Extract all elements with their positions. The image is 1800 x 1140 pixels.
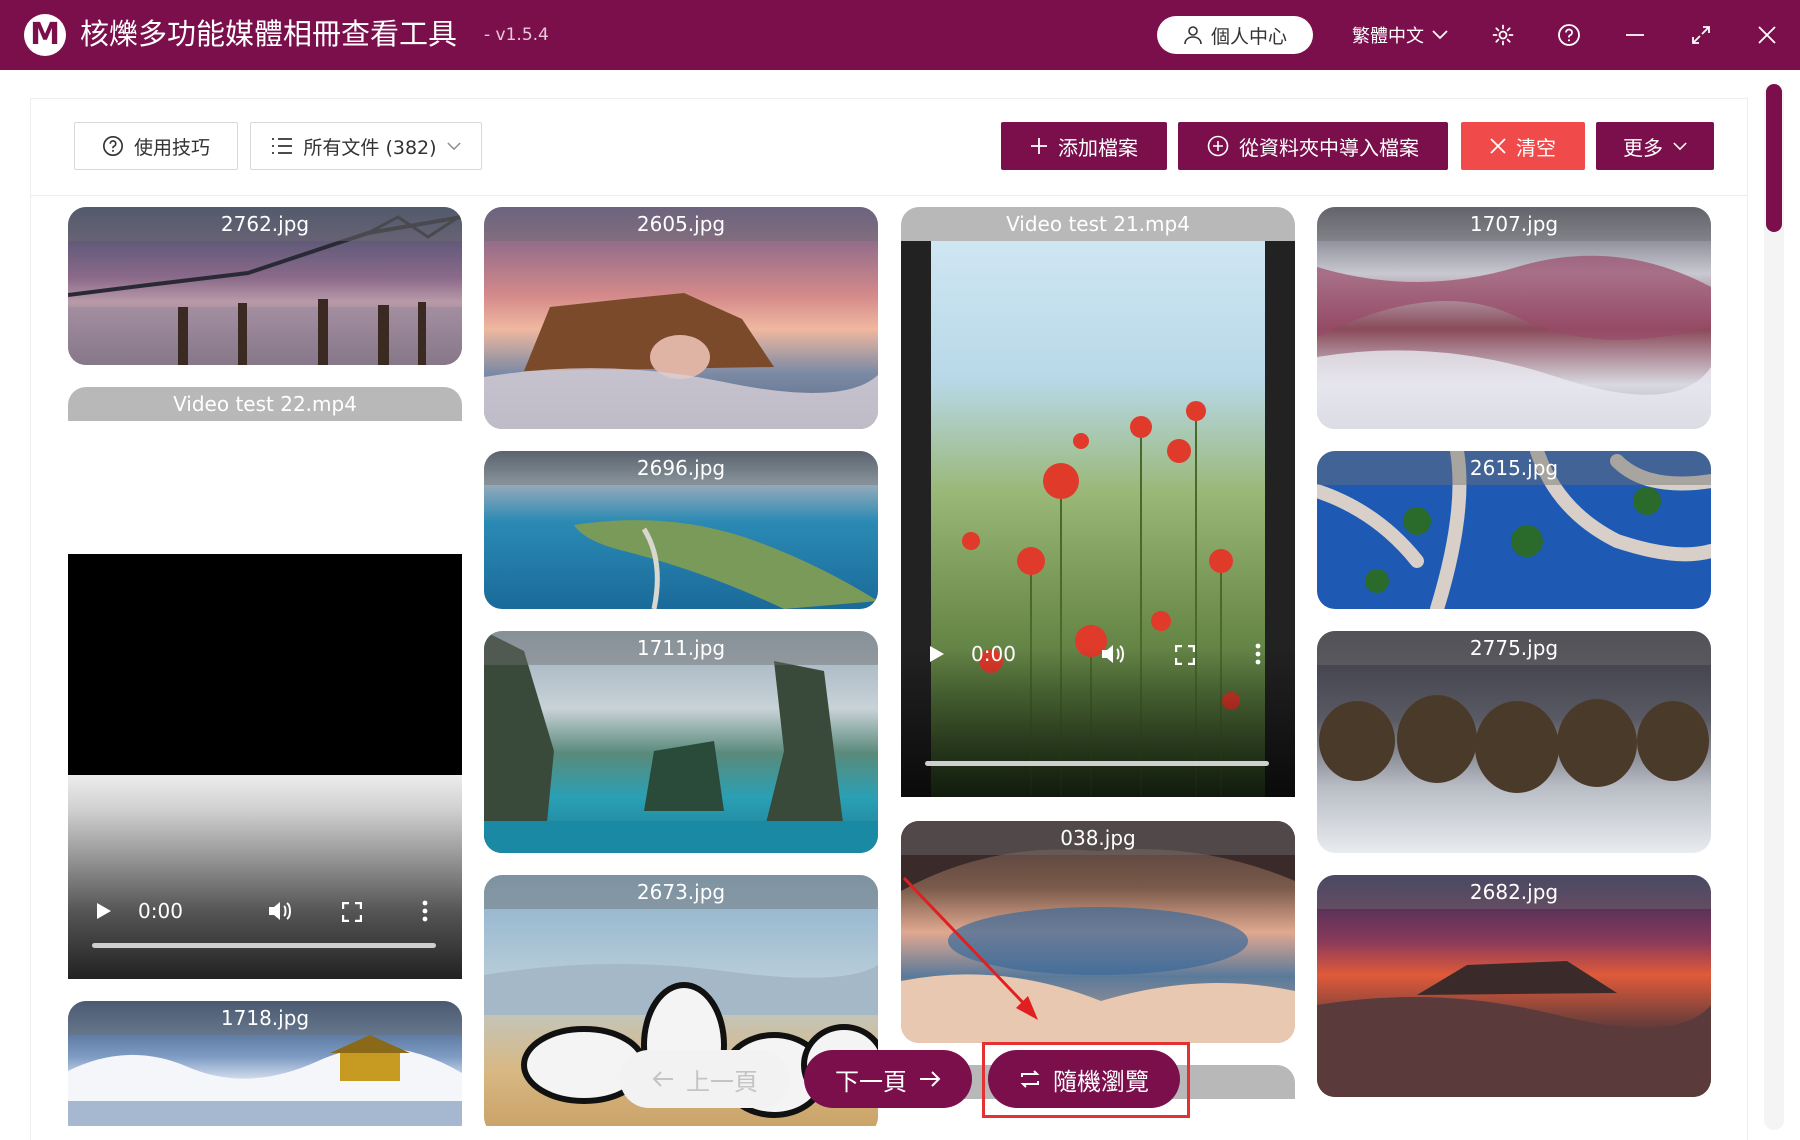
close-icon[interactable] [1752, 20, 1782, 50]
video-player[interactable] [68, 554, 462, 775]
media-card[interactable]: 2762.jpg [68, 207, 462, 365]
video-progress-bar[interactable] [925, 761, 1269, 766]
user-icon [1183, 25, 1203, 45]
media-card-title: 2615.jpg [1317, 451, 1711, 485]
media-card-title: 038.jpg [901, 821, 1295, 855]
scrollbar[interactable] [1764, 84, 1784, 1130]
media-gallery: 2762.jpg Video test 22.mp4 0:00 1718.jpg… [68, 206, 1714, 1126]
video-card-title: Video test 22.mp4 [68, 387, 462, 421]
more-button[interactable]: 更多 [1596, 122, 1714, 170]
arrow-right-icon [919, 1070, 941, 1088]
list-icon [271, 137, 293, 155]
media-card[interactable]: 2696.jpg [484, 451, 878, 609]
toolbar: 使用技巧 所有文件 (382) 添加檔案 從資料夾中導入檔案 清空 更多 [30, 98, 1748, 196]
chevron-down-icon [1432, 30, 1448, 40]
play-icon[interactable] [96, 902, 112, 920]
media-card-title: 1707.jpg [1317, 207, 1711, 241]
media-card-title: 1711.jpg [484, 631, 878, 665]
video-time: 0:00 [138, 899, 183, 923]
media-card-title: 1718.jpg [68, 1001, 462, 1035]
import-folder-button[interactable]: 從資料夾中導入檔案 [1178, 122, 1448, 170]
fullscreen-icon[interactable] [1175, 645, 1195, 665]
tips-button[interactable]: 使用技巧 [74, 122, 238, 170]
plus-icon [1030, 137, 1048, 155]
video-card[interactable]: Video test 22.mp4 0:00 [68, 387, 462, 979]
annotation-highlight-box [982, 1042, 1190, 1118]
media-card[interactable]: 2682.jpg [1317, 875, 1711, 1097]
video-card-title: Video test 21.mp4 [901, 207, 1295, 241]
close-icon [1490, 138, 1506, 154]
video-time: 0:00 [971, 642, 1016, 666]
media-card[interactable]: 2775.jpg [1317, 631, 1711, 853]
more-vertical-icon[interactable] [422, 900, 428, 922]
video-controls: 0:00 [68, 878, 462, 948]
clear-button[interactable]: 清空 [1461, 122, 1585, 170]
video-progress-bar[interactable] [92, 943, 436, 948]
plus-circle-icon [1207, 135, 1229, 157]
media-card-title: 2673.jpg [484, 875, 878, 909]
minimize-icon[interactable] [1620, 20, 1650, 50]
video-controls: 0:00 [901, 621, 1295, 691]
fullscreen-icon[interactable] [342, 902, 362, 922]
media-card-title: 2762.jpg [68, 207, 462, 241]
import-folder-label: 從資料夾中導入檔案 [1239, 135, 1419, 160]
chevron-down-icon [1673, 141, 1687, 151]
user-center-button[interactable]: 個人中心 [1157, 16, 1313, 54]
media-card[interactable]: 038.jpg [901, 821, 1295, 1043]
language-label: 繁體中文 [1352, 26, 1424, 47]
media-card-title: 2775.jpg [1317, 631, 1711, 665]
next-page-label: 下一頁 [835, 1067, 907, 1096]
clear-label: 清空 [1516, 135, 1556, 160]
media-card[interactable]: 1707.jpg [1317, 207, 1711, 429]
media-card-title: 2682.jpg [1317, 875, 1711, 909]
language-select[interactable]: 繁體中文 [1352, 22, 1448, 48]
title-bar: M 核爍多功能媒體相冊查看工具 - v1.5.4 個人中心 繁體中文 [0, 0, 1800, 70]
app-version: - v1.5.4 [484, 25, 549, 45]
help-icon[interactable] [1554, 20, 1584, 50]
media-card[interactable]: 2605.jpg [484, 207, 878, 429]
video-card[interactable]: Video test 21.mp4 0:00 [901, 207, 1295, 797]
file-filter-label: 所有文件 (382) [303, 136, 437, 159]
prev-page-label: 上一頁 [686, 1067, 758, 1096]
app-title: 核爍多功能媒體相冊查看工具 [80, 17, 458, 51]
maximize-icon[interactable] [1686, 20, 1716, 50]
add-file-button[interactable]: 添加檔案 [1001, 122, 1167, 170]
app-logo: M [24, 14, 66, 56]
add-file-label: 添加檔案 [1058, 135, 1138, 160]
next-page-button[interactable]: 下一頁 [804, 1050, 972, 1108]
media-card-title: 2696.jpg [484, 451, 878, 485]
scrollbar-thumb[interactable] [1766, 84, 1782, 232]
media-card[interactable]: 1718.jpg [68, 1001, 462, 1126]
more-vertical-icon[interactable] [1255, 643, 1261, 665]
user-center-label: 個人中心 [1210, 25, 1287, 48]
volume-icon[interactable] [268, 900, 294, 922]
play-icon[interactable] [929, 645, 945, 663]
media-card-title: 2605.jpg [484, 207, 878, 241]
arrow-left-icon [652, 1070, 674, 1088]
tips-label: 使用技巧 [133, 136, 210, 159]
media-card[interactable]: 1711.jpg [484, 631, 878, 853]
volume-icon[interactable] [1101, 643, 1127, 665]
media-card[interactable]: 2615.jpg [1317, 451, 1711, 609]
prev-page-button[interactable]: 上一頁 [620, 1050, 790, 1108]
gear-icon[interactable] [1488, 20, 1518, 50]
chevron-down-icon [446, 142, 461, 151]
help-icon [102, 135, 124, 157]
more-label: 更多 [1623, 135, 1663, 160]
file-filter-select[interactable]: 所有文件 (382) [250, 122, 482, 170]
